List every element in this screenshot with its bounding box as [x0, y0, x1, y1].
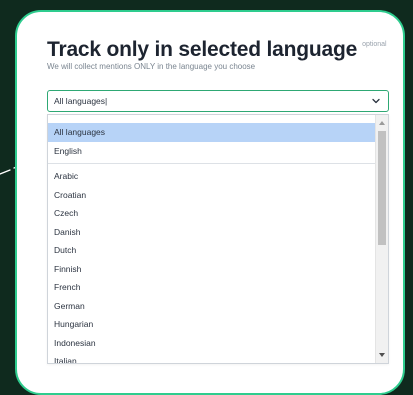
scrollbar-thumb[interactable]	[378, 131, 386, 245]
language-select-value[interactable]: All languages|	[54, 96, 107, 106]
dropdown-option-german[interactable]: German	[48, 297, 376, 316]
dropdown-option-croatian[interactable]: Croatian	[48, 186, 376, 205]
optional-badge: optional	[362, 41, 387, 48]
text-caret: |	[105, 96, 108, 106]
language-select[interactable]: All languages|	[47, 90, 389, 112]
scroll-up-arrow-icon[interactable]	[379, 121, 385, 125]
chevron-down-icon[interactable]	[371, 96, 381, 106]
dropdown-option-indonesian[interactable]: Indonesian	[48, 334, 376, 353]
dropdown-option-czech[interactable]: Czech	[48, 204, 376, 223]
dropdown-option-danish[interactable]: Danish	[48, 223, 376, 242]
dropdown-options: All languages English Arabic Croatian Cz…	[48, 123, 376, 363]
language-filter-card: Track only in selected language optional…	[15, 10, 405, 395]
dropdown-option-hungarian[interactable]: Hungarian	[48, 315, 376, 334]
title-row: Track only in selected language optional	[47, 38, 387, 62]
dropdown-option-italian[interactable]: Italian	[48, 352, 376, 363]
dropdown-option-all-languages[interactable]: All languages	[48, 123, 376, 142]
dropdown-option-arabic[interactable]: Arabic	[48, 167, 376, 186]
dropdown-option-finnish[interactable]: Finnish	[48, 260, 376, 279]
dropdown-option-dutch[interactable]: Dutch	[48, 241, 376, 260]
dropdown-scrollbar[interactable]	[375, 115, 388, 363]
dropdown-option-english[interactable]: English	[48, 142, 376, 161]
subtitle: We will collect mentions ONLY in the lan…	[47, 62, 256, 71]
dropdown-divider	[48, 163, 376, 164]
language-dropdown-list[interactable]: All languages English Arabic Croatian Cz…	[47, 114, 389, 364]
dropdown-option-french[interactable]: French	[48, 278, 376, 297]
scroll-down-arrow-icon[interactable]	[379, 353, 385, 357]
page-title: Track only in selected language	[47, 38, 358, 61]
